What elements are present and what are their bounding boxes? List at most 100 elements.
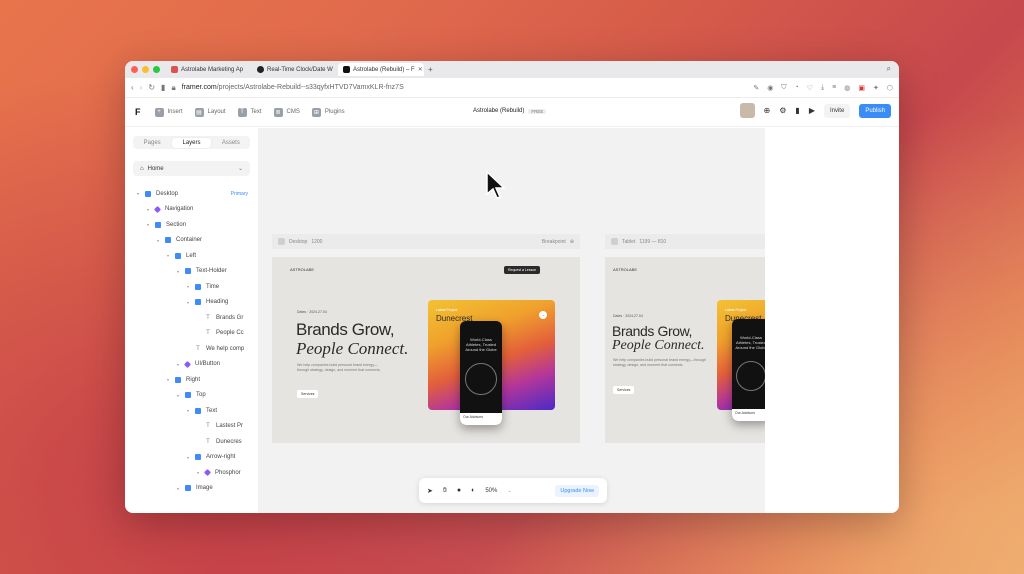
tablet-site-preview[interactable]: ASTROLABE Dates · 2024.27.04 Brands Grow…	[605, 257, 765, 443]
layer-row[interactable]: ▾ Heading	[125, 295, 258, 311]
expand-arrow-icon[interactable]: ▾	[187, 408, 195, 413]
layer-row[interactable]: ▾ Navigation	[125, 202, 258, 218]
database-icon: ≣	[273, 107, 283, 117]
tab-layers[interactable]: Layers	[172, 137, 211, 148]
cms-button[interactable]: ≣ CMS	[273, 107, 300, 117]
layer-row[interactable]: ▾ Section	[125, 217, 258, 233]
layer-row[interactable]: ▾ Desktop Primary	[125, 186, 258, 202]
play-icon[interactable]: ▶	[809, 106, 815, 115]
tab-assets[interactable]: Assets	[212, 140, 250, 146]
expand-arrow-icon[interactable]: ▾	[187, 455, 195, 460]
layer-row[interactable]: ▾ Arrow-right	[125, 450, 258, 466]
expand-arrow-icon[interactable]: ▾	[187, 300, 195, 305]
frame-icon	[195, 299, 201, 306]
play-icon[interactable]	[611, 238, 618, 245]
heart-icon[interactable]: ♡	[807, 84, 813, 92]
add-breakpoint-icon[interactable]: ⊕	[570, 239, 574, 245]
expand-arrow-icon[interactable]: ▾	[177, 486, 185, 491]
project-title[interactable]: Astrolabe (Rebuild) FREE	[473, 108, 547, 114]
layer-row[interactable]: T Brands Gr	[125, 310, 258, 326]
site-logo: ASTROLABE	[613, 267, 638, 272]
canvas[interactable]: Desktop 1200 Breakpoint ⊕ ASTROLABE Requ…	[258, 128, 765, 513]
expand-arrow-icon[interactable]: ▾	[177, 269, 185, 274]
gear-icon[interactable]: ⚙	[779, 106, 786, 115]
tablet-frame-label[interactable]: Tablet 1199 — 810	[605, 234, 765, 249]
layer-row[interactable]: ▾ Left	[125, 248, 258, 264]
breakpoint-label[interactable]: Breakpoint	[542, 239, 566, 245]
layout-button[interactable]: ▤ Layout	[194, 107, 226, 117]
timer-icon[interactable]: ◔	[795, 84, 799, 91]
invite-button[interactable]: Invite	[823, 103, 851, 118]
insert-button[interactable]: + Insert	[154, 107, 183, 117]
minimize-window-button[interactable]	[142, 66, 149, 73]
browser-tab-active[interactable]: Astrolabe (Rebuild) – F ✕	[338, 63, 424, 76]
desktop-frame-label[interactable]: Desktop 1200 Breakpoint ⊕	[272, 234, 580, 249]
zoom-level[interactable]: 50%	[485, 488, 497, 494]
upgrade-now-button[interactable]: Upgrade Now	[555, 484, 599, 497]
layer-row[interactable]: T Dunecres	[125, 434, 258, 450]
puzzle-icon[interactable]: ✦	[873, 84, 879, 92]
framer-logo-icon[interactable]: F	[135, 107, 141, 117]
close-window-button[interactable]	[131, 66, 138, 73]
play-icon[interactable]	[278, 238, 285, 245]
camera-icon[interactable]: ◉	[767, 84, 773, 92]
back-arrow-icon[interactable]: ‹	[131, 83, 134, 92]
expand-arrow-icon[interactable]: ▾	[147, 222, 155, 227]
text-button[interactable]: T Text	[237, 107, 262, 117]
url-field[interactable]: framer.com/projects/Astrolabe-Rebuild--s…	[182, 84, 404, 91]
analytics-icon[interactable]: ▮	[795, 106, 799, 115]
tab-pages[interactable]: Pages	[133, 140, 171, 146]
hero-subheadline: People Connect.	[296, 339, 409, 358]
select-tool-icon[interactable]: ➤	[427, 487, 433, 495]
layer-row[interactable]: T Lastest Pr	[125, 419, 258, 435]
layer-row[interactable]: ▾ Phosphor	[125, 465, 258, 481]
layer-row[interactable]: ▾ Image	[125, 481, 258, 497]
expand-arrow-icon[interactable]: ▾	[157, 238, 165, 243]
globe-icon[interactable]: ⊕	[764, 106, 771, 115]
forward-arrow-icon[interactable]: ›	[140, 83, 143, 92]
profile-icon[interactable]: ◍	[844, 84, 850, 92]
expand-arrow-icon[interactable]: ▾	[137, 191, 145, 196]
edit-icon[interactable]: ✎	[753, 84, 759, 92]
new-tab-button[interactable]: +	[428, 65, 433, 74]
shield-icon[interactable]: ⛉	[781, 84, 786, 92]
box-icon[interactable]: ⬡	[887, 84, 893, 92]
extension-icon[interactable]: ▮	[161, 83, 165, 92]
browser-tab[interactable]: Astrolabe Marketing Ap	[166, 63, 252, 76]
extension-red-icon[interactable]: ▣	[858, 84, 865, 92]
hand-tool-icon[interactable]: ✋︎	[443, 487, 447, 495]
menu-icon[interactable]: ≡	[832, 84, 836, 91]
page-select[interactable]: ⌂ Home ⌄	[133, 161, 250, 176]
close-tab-icon[interactable]: ✕	[418, 66, 423, 73]
expand-arrow-icon[interactable]: ▾	[167, 253, 175, 258]
plugins-button[interactable]: ⊞ Plugins	[311, 107, 345, 117]
layer-row[interactable]: ▾ Text	[125, 403, 258, 419]
download-icon[interactable]: ⤓	[821, 84, 824, 92]
browser-tab[interactable]: Real-Time Clock/Date W	[252, 63, 338, 76]
maximize-window-button[interactable]	[153, 66, 160, 73]
expand-arrow-icon[interactable]: ▾	[167, 377, 175, 382]
layer-row[interactable]: ▾ Top	[125, 388, 258, 404]
layer-row[interactable]: T We help comp	[125, 341, 258, 357]
card-tag: Latest Project	[436, 308, 458, 312]
comment-icon[interactable]: ●	[457, 487, 461, 494]
avatar[interactable]	[739, 103, 755, 118]
layer-row[interactable]: ▾ Right	[125, 372, 258, 388]
layer-row[interactable]: ▾ Text-Holder	[125, 264, 258, 280]
chevron-down-icon[interactable]: ⌄	[507, 488, 511, 494]
layer-row[interactable]: ▾ Time	[125, 279, 258, 295]
layer-row[interactable]: T People Cc	[125, 326, 258, 342]
phone-footer: Our Advisors	[732, 409, 765, 421]
frame-icon	[195, 454, 201, 461]
expand-arrow-icon[interactable]: ▾	[187, 284, 195, 289]
url-path: /projects/Astrolabe-Rebuild--s33qyfxHTVD…	[216, 84, 404, 91]
reload-icon[interactable]: ↻	[148, 83, 155, 92]
expand-arrow-icon[interactable]: ▾	[177, 393, 185, 398]
publish-button[interactable]: Publish	[859, 103, 891, 118]
desktop-site-preview[interactable]: ASTROLABE Request a Lesson Dates · 2024.…	[272, 257, 580, 443]
layer-row[interactable]: ▾ Container	[125, 233, 258, 249]
layer-row[interactable]: ▾ UI/Button	[125, 357, 258, 373]
phone-text: World-Class Athletes, Trusted Around the…	[465, 337, 497, 353]
search-tabs-icon[interactable]: ⌕	[887, 64, 891, 74]
dark-mode-icon[interactable]: ◐	[471, 487, 475, 494]
